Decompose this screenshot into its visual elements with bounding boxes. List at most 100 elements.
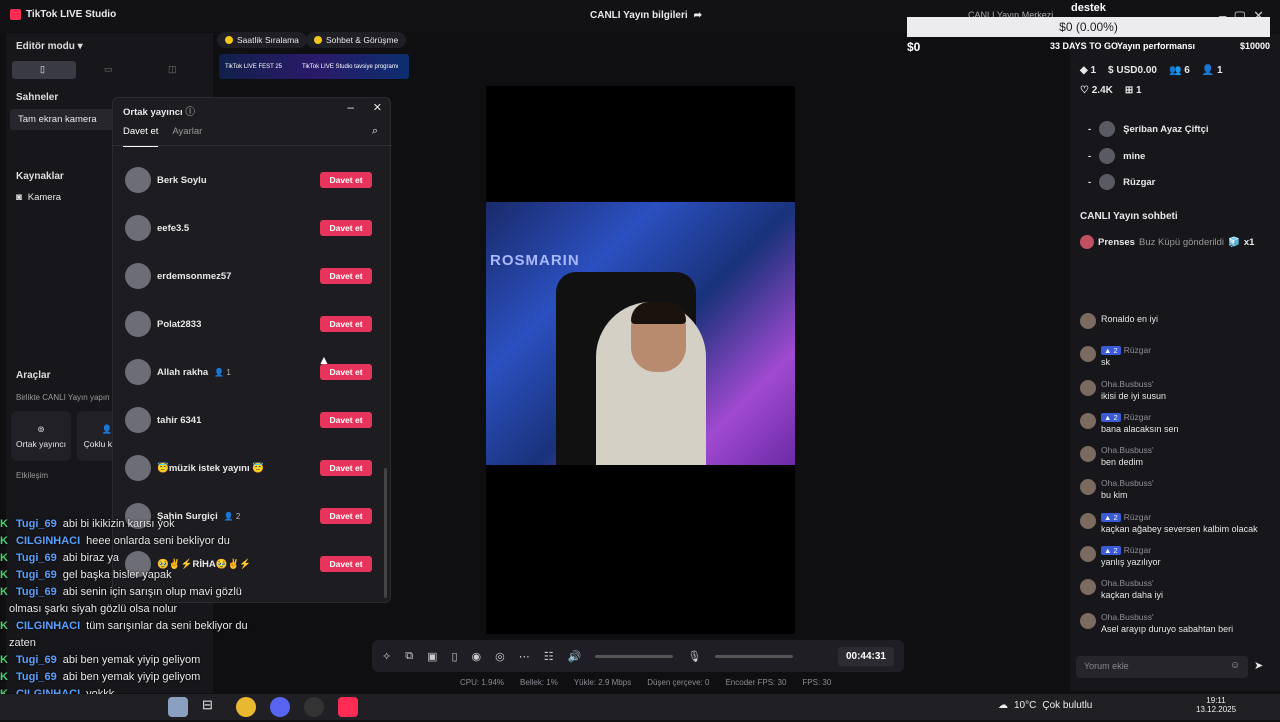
record-icon[interactable]: ◉ [472, 650, 482, 663]
chat-message: Oha.Busbuss' ikisi de iyi susun [1080, 379, 1275, 412]
close-modal-icon[interactable]: ✕ [373, 101, 382, 114]
avatar [125, 263, 151, 289]
comment-input[interactable]: Yorum ekle [1076, 656, 1248, 678]
chat-messages: Ronaldo en iyi ▲ 2 Rüzgar sk Oha.Busbuss' iki… [1080, 312, 1275, 645]
sources-title: Kaynaklar [16, 171, 64, 182]
divider [113, 145, 392, 146]
streamer-hair [631, 302, 686, 324]
tab-invite[interactable]: Davet et [123, 126, 159, 147]
mic-slider[interactable] [715, 654, 794, 658]
overlay-chat-line: K CILGINHACI heee onlarda seni bekliyor du [0, 535, 300, 552]
help-icon[interactable]: ⓘ [185, 107, 195, 118]
settings-sliders-icon[interactable]: ☷ [544, 650, 554, 663]
camera-icon: ◙ [16, 192, 22, 203]
camera-feed: ROSMARIN [486, 202, 795, 465]
search-icon[interactable]: ⌕ [372, 125, 378, 138]
scene-item[interactable]: Tam ekran kamera [10, 109, 115, 130]
discord-icon[interactable] [270, 697, 290, 717]
hourly-ranking-chip[interactable]: Saatlik Sıralama [217, 32, 307, 48]
promo-banner[interactable]: TikTok LIVE FEST 25 TikTok LIVE Studio ta… [219, 54, 409, 79]
invite-button[interactable]: Davet et [320, 508, 372, 524]
invite-button[interactable]: Davet et [320, 556, 372, 572]
chat-tag-icon: K [0, 535, 8, 547]
rank-item[interactable]: - mine [1088, 148, 1145, 164]
invite-button[interactable]: Davet et [320, 316, 372, 332]
user-row: 😇müzik istek yayını 😇 Davet et [125, 444, 380, 492]
tiktok-studio-icon[interactable] [338, 697, 358, 717]
overlay-chat-line: zaten [9, 637, 36, 649]
more-icon[interactable]: ⋯ [519, 650, 530, 663]
layout-portrait-button[interactable]: ▯ [12, 61, 76, 79]
avatar [1080, 612, 1096, 629]
co-host-tool[interactable]: ⊚ Ortak yayıncı [11, 411, 71, 461]
chat-tag-icon: K [0, 620, 8, 632]
wall-text: ROSMARIN [490, 252, 580, 269]
phone-icon: ▯ [40, 64, 45, 74]
follower-icon: 👤 [1201, 65, 1215, 76]
scrollbar[interactable] [384, 468, 387, 598]
layout-landscape-button[interactable]: ▭ [76, 61, 140, 79]
chat-icon [314, 36, 322, 44]
user-name: 😇müzik istek yayını 😇 [157, 462, 265, 474]
source-item[interactable]: ◙ Kamera [16, 192, 61, 203]
avatar [1099, 148, 1116, 164]
live-chat-title: CANLI Yayın sohbeti [1080, 211, 1178, 222]
landscape-thumbnail-icon[interactable] [168, 697, 188, 717]
gifts-stat: ⊞ 1 [1124, 85, 1142, 96]
camera-toggle-icon[interactable]: ◎ [495, 650, 505, 663]
task-view-icon[interactable]: ⊟ [202, 697, 222, 717]
invite-button[interactable]: Davet et [320, 460, 372, 476]
overlay-chat: K Tugi_69 abi bi ikikizin karısı yok K CILGI… [0, 518, 300, 722]
control-bar: ✧ ⧉ ▣ ▯ ◉ ◎ ⋯ ☷ 🔊 🎙 00:44:31 [372, 640, 904, 672]
emoji-icon[interactable]: ☺ [1230, 660, 1240, 671]
magic-icon[interactable]: ✧ [382, 650, 391, 663]
invite-button[interactable]: Davet et [320, 220, 372, 236]
share-icon: ➦ [693, 10, 703, 21]
clock[interactable]: 19:11 13.12.2025 [1196, 696, 1236, 714]
layout-split-button[interactable]: ◫ [140, 61, 204, 79]
earnings-stat: $ USD0.00 [1108, 65, 1157, 76]
chrome-icon[interactable] [236, 697, 256, 717]
diamond-stat: ◆ 1 [1080, 65, 1097, 76]
app-name: TikTok LIVE Studio [10, 9, 116, 20]
chat-message: ▲ 2 Rüzgar sk [1080, 345, 1275, 378]
invite-button[interactable]: Davet et [320, 172, 372, 188]
chat-message: ▲ 2 Rüzgar bana alacaksın sen [1080, 412, 1275, 445]
overlay-chat-line: K Tugi_69 abi ben yemak yiyip geliyom [0, 671, 300, 688]
microphone-icon[interactable]: 🎙 [687, 650, 701, 663]
rank-item[interactable]: - Rüzgar [1088, 174, 1155, 190]
chat-message: ▲ 2 Rüzgar yanlış yazılıyor [1080, 545, 1275, 578]
avatar [1080, 546, 1096, 563]
avatar [125, 215, 151, 241]
user-row: erdemsonmez57 Davet et [125, 252, 380, 300]
invite-button[interactable]: Davet et [320, 412, 372, 428]
user-row: eefe3.5 Davet et [125, 204, 380, 252]
invite-button[interactable]: Davet et [320, 268, 372, 284]
user-row: tahir 6341 Davet et [125, 396, 380, 444]
user-name: Berk Soylu [157, 174, 207, 186]
live-info-button[interactable]: CANLI Yayın bilgileri ➦ [590, 10, 702, 21]
gift-icon: ⊞ [1124, 85, 1134, 96]
effects-icon[interactable]: ⧉ [405, 650, 413, 663]
layout-icon[interactable]: ▣ [427, 650, 437, 663]
editor-mode-dropdown[interactable]: Editör modu ▾ [16, 41, 83, 52]
chat-tag-icon: K [0, 586, 8, 598]
minimize-modal-icon[interactable]: – [347, 100, 354, 114]
diamond-icon: ◆ [1080, 65, 1088, 76]
volume-icon[interactable]: 🔊 [568, 650, 582, 663]
obs-icon[interactable] [304, 697, 324, 717]
scenes-title: Sahneler [16, 92, 59, 103]
phone-preview-icon[interactable]: ▯ [451, 650, 457, 663]
overlay-chat-line: olması şarkı siyah gözlü olsa nolur [9, 603, 178, 615]
volume-slider[interactable] [595, 654, 674, 658]
avatar [1099, 121, 1116, 137]
send-icon[interactable]: ➤ [1254, 659, 1263, 672]
tab-settings[interactable]: Ayarlar [172, 126, 202, 147]
live-timer: 00:44:31 [837, 646, 894, 666]
rank-item[interactable]: - Şeriban Ayaz Çiftçi [1088, 121, 1209, 137]
avatar [125, 455, 151, 481]
weather-widget[interactable]: ☁ 10°C Çok bulutlu [998, 700, 1092, 711]
avatar [1080, 579, 1096, 596]
chat-call-chip[interactable]: Sohbet & Görüşme [306, 32, 407, 48]
users-icon: 👥 [1168, 65, 1182, 76]
